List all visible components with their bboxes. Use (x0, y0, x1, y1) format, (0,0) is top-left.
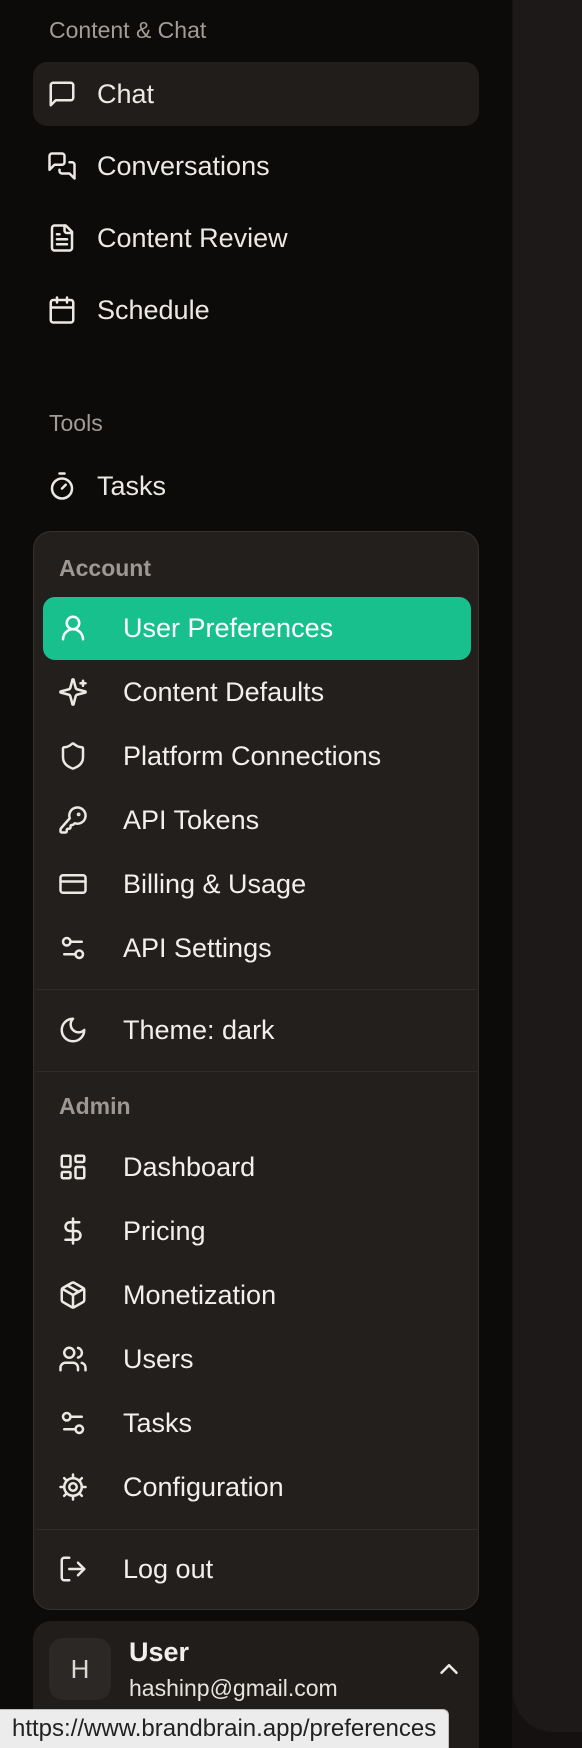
credit-card-icon (58, 869, 88, 899)
sparkles-icon (58, 677, 88, 707)
sidebar: Content & Chat Chat Conversations Conten… (0, 0, 512, 1748)
cog-icon (58, 1472, 88, 1502)
sidebar-item-label: Conversations (97, 150, 270, 181)
menu-divider (35, 1529, 479, 1530)
section-label-tools: Tools (49, 410, 103, 436)
sidebar-item-chat[interactable]: Chat (33, 62, 479, 126)
package-icon (58, 1280, 88, 1310)
menu-heading-account: Account (59, 555, 151, 581)
key-icon (58, 805, 88, 835)
menu-item-label: Users (123, 1344, 194, 1374)
menu-item-log-out[interactable]: Log out (43, 1538, 471, 1601)
moon-icon (58, 1015, 88, 1045)
dollar-icon (58, 1216, 88, 1246)
menu-item-label: User Preferences (123, 613, 334, 643)
menu-item-dashboard[interactable]: Dashboard (43, 1136, 471, 1199)
menu-item-user-preferences[interactable]: User Preferences (43, 597, 471, 660)
menu-item-label: Monetization (123, 1280, 277, 1310)
main-content-card (513, 0, 582, 1732)
menu-item-label: Configuration (123, 1472, 284, 1502)
menu-item-label: Platform Connections (123, 741, 382, 771)
shield-icon (58, 741, 88, 771)
menu-item-api-tokens[interactable]: API Tokens (43, 789, 471, 852)
sidebar-item-conversations[interactable]: Conversations (33, 134, 479, 198)
settings-sliders-icon (58, 1408, 88, 1438)
user-icon (58, 613, 88, 643)
menu-item-label: Theme: dark (123, 1015, 275, 1045)
menu-item-pricing[interactable]: Pricing (43, 1200, 471, 1263)
app-frame: Content & Chat Chat Conversations Conten… (0, 0, 582, 1748)
menu-item-configuration[interactable]: Configuration (43, 1456, 471, 1519)
chevron-up-icon (434, 1654, 464, 1684)
menu-item-label: Log out (123, 1554, 214, 1584)
menu-item-label: Content Defaults (123, 677, 325, 707)
menu-item-platform-connections[interactable]: Platform Connections (43, 725, 471, 788)
file-text-icon (47, 223, 77, 253)
dashboard-icon (58, 1152, 88, 1182)
menu-item-users[interactable]: Users (43, 1328, 471, 1391)
user-name: User (129, 1637, 190, 1667)
menu-item-monetization[interactable]: Monetization (43, 1264, 471, 1327)
sidebar-item-schedule[interactable]: Schedule (33, 278, 479, 342)
menu-item-label: API Tokens (123, 805, 260, 835)
menu-item-theme[interactable]: Theme: dark (43, 999, 471, 1062)
menu-item-label: Billing & Usage (123, 869, 307, 899)
account-menu: Account User Preferences Content Default… (33, 531, 479, 1610)
menu-item-label: API Settings (123, 933, 272, 963)
sidebar-item-label: Tasks (97, 470, 167, 501)
sidebar-item-label: Chat (97, 78, 155, 109)
menu-item-label: Dashboard (123, 1152, 256, 1182)
menu-item-label: Tasks (123, 1408, 193, 1438)
calendar-icon (47, 295, 77, 325)
section-label-content-chat: Content & Chat (49, 17, 207, 43)
menu-item-content-defaults[interactable]: Content Defaults (43, 661, 471, 724)
menu-item-billing-usage[interactable]: Billing & Usage (43, 853, 471, 916)
users-icon (58, 1344, 88, 1374)
menu-divider (35, 989, 479, 990)
log-out-icon (58, 1554, 88, 1584)
status-bar-url: https://www.brandbrain.app/preferences (0, 1709, 450, 1748)
menu-item-api-settings[interactable]: API Settings (43, 917, 471, 980)
menu-item-label: Pricing (123, 1216, 206, 1246)
timer-icon (47, 471, 77, 501)
message-square-icon (47, 79, 77, 109)
sidebar-item-tasks[interactable]: Tasks (33, 454, 479, 518)
sidebar-item-content-review[interactable]: Content Review (33, 206, 479, 270)
menu-heading-admin: Admin (59, 1093, 131, 1119)
menu-divider (35, 1071, 479, 1072)
sidebar-item-label: Content Review (97, 222, 288, 253)
user-email: hashinp@gmail.com (129, 1675, 338, 1701)
messages-icon (47, 151, 77, 181)
sidebar-item-label: Schedule (97, 294, 210, 325)
settings-sliders-icon (58, 933, 88, 963)
menu-item-admin-tasks[interactable]: Tasks (43, 1392, 471, 1455)
avatar: H (49, 1638, 111, 1700)
